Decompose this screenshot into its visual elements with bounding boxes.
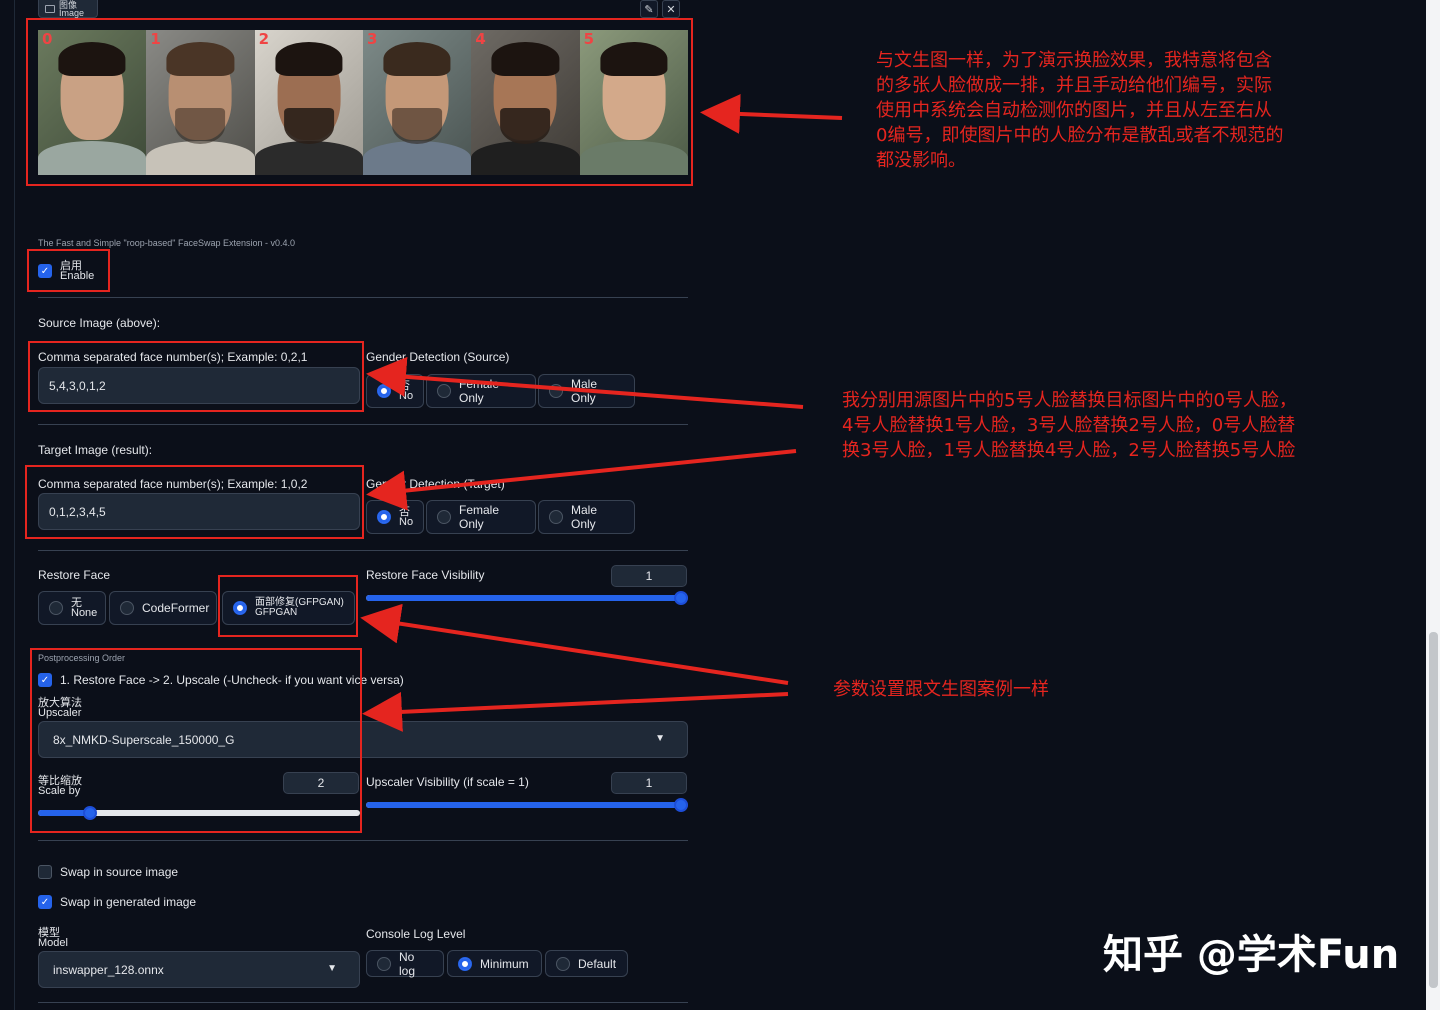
note-line: 我分别用源图片中的5号人脸替换目标图片中的0号人脸， bbox=[842, 390, 1297, 411]
note-line: 都没影响。 bbox=[876, 150, 966, 171]
annotation-note-2: 我分别用源图片中的5号人脸替换目标图片中的0号人脸， 4号人脸替换1号人脸，3号… bbox=[842, 388, 1297, 463]
note-line: 的多张人脸做成一排，并且手动给他们编号，实际 bbox=[876, 75, 1272, 96]
annotation-note-1: 与文生图一样，为了演示换脸效果，我特意将包含 的多张人脸做成一排，并且手动给他们… bbox=[876, 48, 1283, 173]
arrow-postprocessing bbox=[362, 691, 789, 732]
arrow-image bbox=[700, 93, 843, 134]
note-line: 换3号人脸，1号人脸替换4号人脸，2号人脸替换5号人脸 bbox=[842, 440, 1296, 461]
arrow-target bbox=[366, 449, 797, 511]
note-line: 使用中系统会自动检测你的图片，并且从左至右从 bbox=[876, 100, 1272, 121]
note-line: 0编号，即使图片中的人脸分布是散乱或者不规范的 bbox=[876, 125, 1284, 146]
watermark: 知乎 @学术Fun bbox=[1103, 932, 1400, 978]
arrow-source bbox=[366, 356, 804, 409]
note-line: 4号人脸替换1号人脸，3号人脸替换2号人脸，0号人脸替 bbox=[842, 415, 1296, 436]
note-line: 与文生图一样，为了演示换脸效果，我特意将包含 bbox=[876, 50, 1272, 71]
annotation-note-3: 参数设置跟文生图案例一样 bbox=[833, 679, 1049, 700]
arrow-restore bbox=[360, 603, 789, 685]
